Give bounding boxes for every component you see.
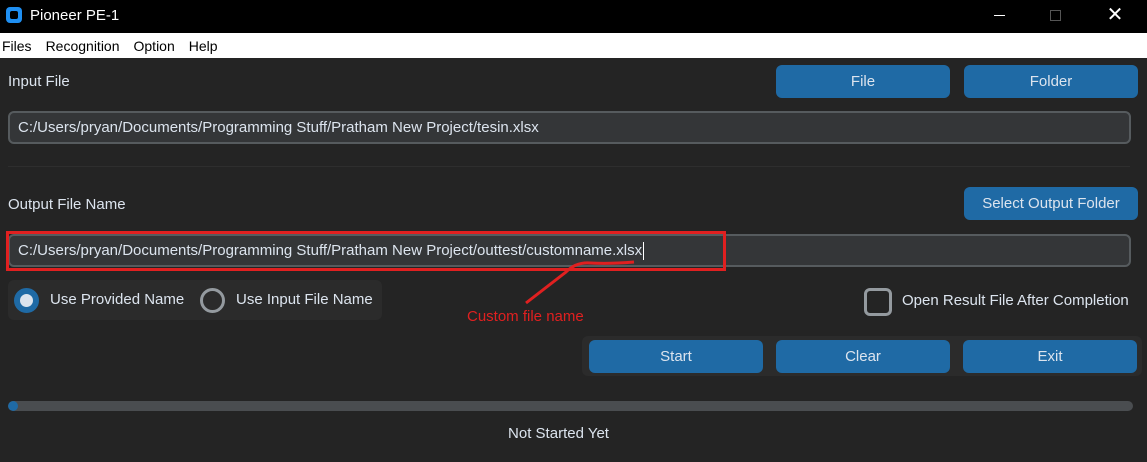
annotation-label: Custom file name: [467, 308, 584, 325]
annotation-arrow-line: [525, 260, 635, 305]
